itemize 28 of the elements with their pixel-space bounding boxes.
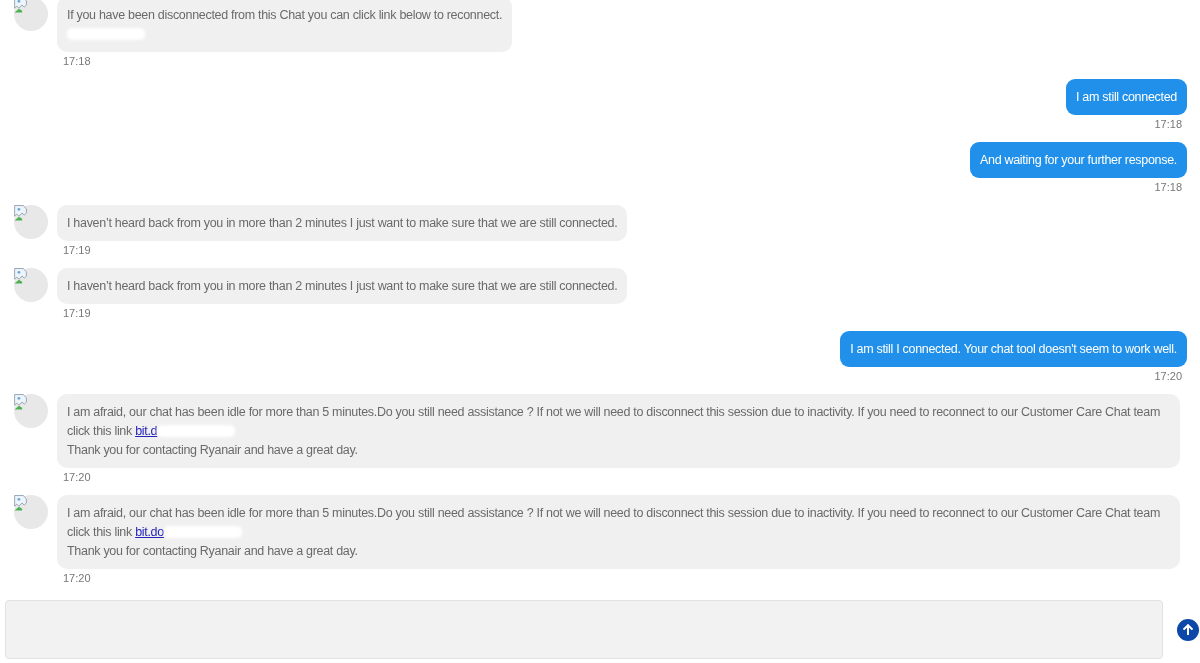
link[interactable]: bit.do <box>135 524 164 539</box>
arrow-up-icon <box>1183 624 1193 635</box>
message-time: 17:18 <box>1154 180 1182 194</box>
message-text: Thank you for contacting Ryanair and have a great day. <box>67 542 359 560</box>
message-text: And waiting for your further response. <box>979 151 1177 169</box>
link[interactable]: bit.d <box>135 423 158 438</box>
message-time: 17:19 <box>63 306 91 320</box>
message-time: 17:18 <box>1154 117 1182 131</box>
message-input[interactable] <box>5 600 1163 659</box>
broken-image-icon <box>14 205 27 221</box>
broken-image-icon <box>14 394 27 410</box>
message-time: 17:20 <box>1154 369 1182 383</box>
message-time: 17:18 <box>63 54 91 68</box>
message-text: I am afraid, our chat has been idle for more than 5 minutes.Do you still need assistance ? If not we will need to disconnect this session due to inactivity. If you need to reconnect to our Customer Care Chat team click this link bit.do <box>67 504 1162 541</box>
message-text: I haven’t heard back from you in more than 2 minutes I just want to make sure that we are still connected. <box>67 214 618 232</box>
message-text: I am still connected <box>1076 88 1177 106</box>
message-time: 17:19 <box>63 243 91 257</box>
broken-image-icon <box>14 495 27 511</box>
message-text: If you have been disconnected from this Chat you can click link below to reconnect. <box>67 6 503 24</box>
message-text: I am still I connected. Your chat tool doesn't seem to work well. <box>850 340 1177 358</box>
message-text: Thank you for contacting Ryanair and have a great day. <box>67 441 359 459</box>
message-time: 17:20 <box>63 571 91 585</box>
message-text: I am afraid, our chat has been idle for more than 5 minutes.Do you still need assistance ? If not we will need to disconnect this session due to inactivity. If you need to reconnect to our Customer Care Chat team click this link bit.d <box>67 403 1162 440</box>
broken-image-icon <box>14 0 27 13</box>
message-time: 17:20 <box>63 470 91 484</box>
message-text: I haven’t heard back from you in more than 2 minutes I just want to make sure that we are still connected. <box>67 277 618 295</box>
send-button[interactable] <box>1177 618 1199 641</box>
broken-image-icon <box>14 268 27 284</box>
